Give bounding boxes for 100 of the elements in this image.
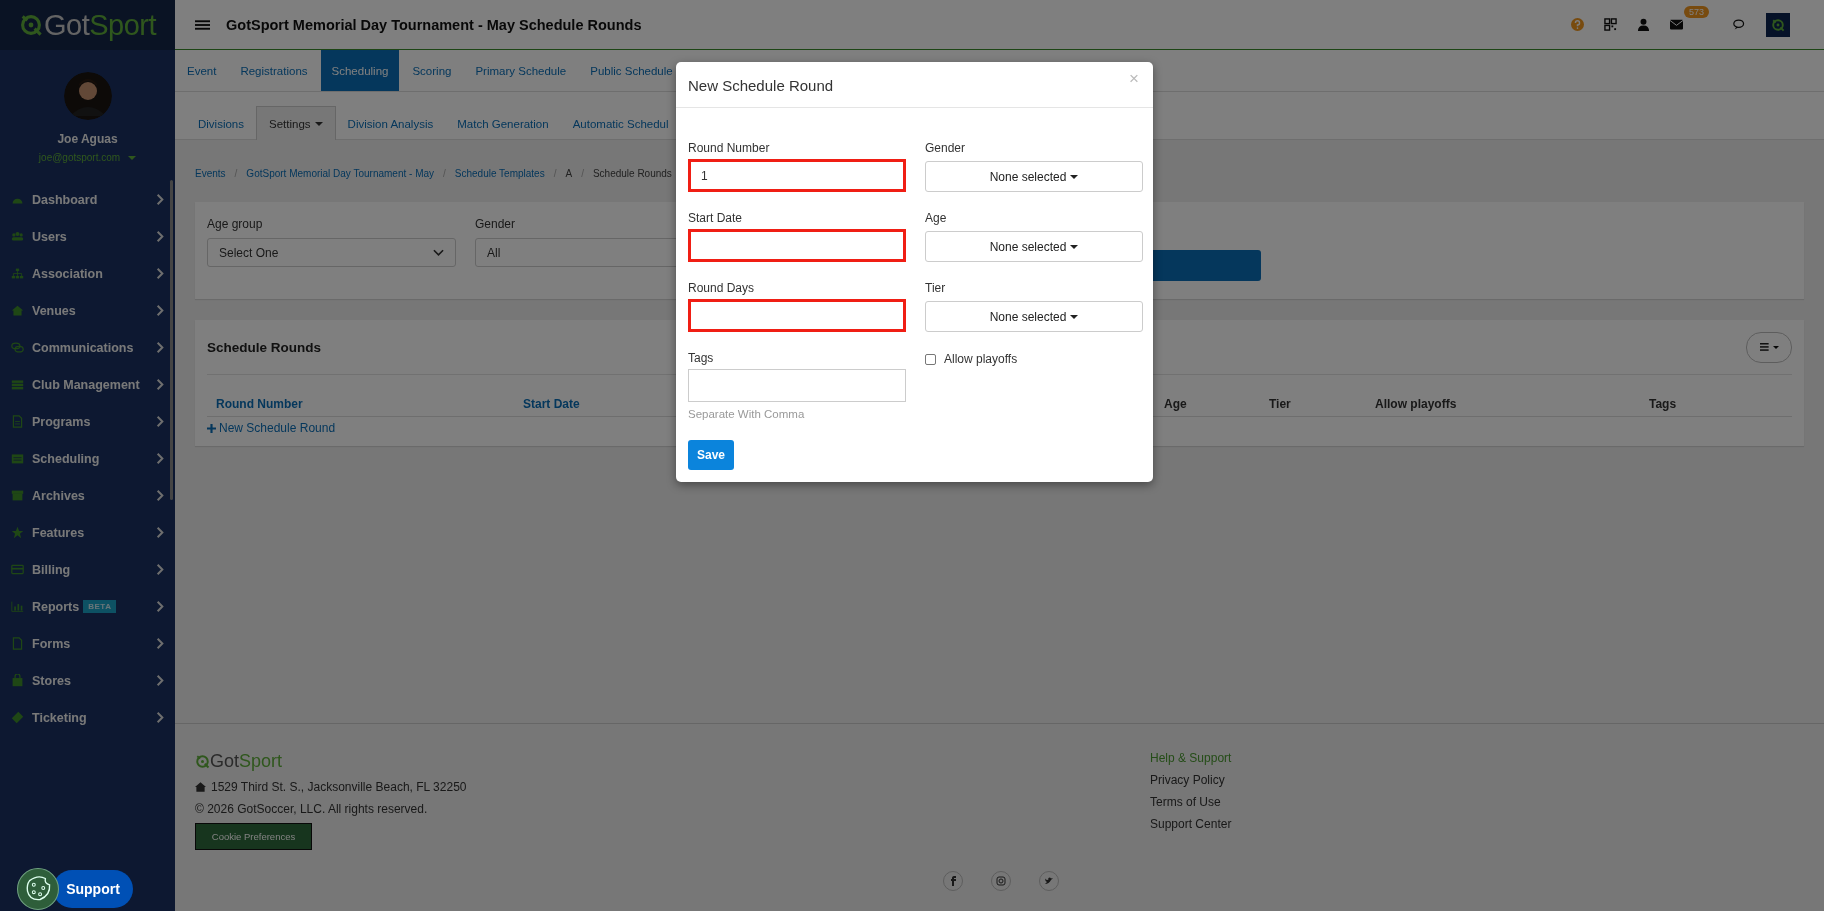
field-label: Age [925, 211, 948, 225]
sidebar-item[interactable]: Features [0, 514, 175, 551]
breadcrumb-link[interactable]: Events [195, 167, 226, 179]
multiselect-dropdown[interactable]: None selected [925, 231, 1143, 262]
sidebar-item[interactable]: Billing [0, 551, 175, 588]
chat-icon[interactable] [1733, 18, 1746, 31]
gotsport-logo: GotSport [195, 751, 695, 772]
envelope-icon[interactable] [1670, 18, 1683, 31]
footer-link[interactable]: Terms of Use [1150, 795, 1232, 809]
scrollbar[interactable] [170, 180, 173, 500]
file-icon [11, 415, 24, 428]
input-field[interactable]: 1 [688, 159, 906, 192]
menu-label: Club Management [32, 377, 140, 392]
breadcrumb-link[interactable]: Schedule Templates [454, 167, 545, 179]
select-field[interactable]: Select One [207, 238, 456, 267]
facebook-icon[interactable] [943, 871, 963, 891]
menu-label: Reports [32, 599, 80, 614]
tab[interactable]: Match Generation [445, 107, 561, 140]
chevron-right-icon [156, 490, 164, 501]
chevron-right-icon [156, 712, 164, 723]
gotsport-logo: GotSport [18, 8, 157, 42]
user-email-dropdown[interactable]: joe@gotsport.com [38, 152, 137, 163]
add-round-link[interactable]: New Schedule Round [207, 421, 336, 435]
field-label: Start Date [688, 211, 744, 225]
menu-label: Stores [32, 673, 71, 688]
breadcrumb-separator: / [234, 167, 238, 179]
qr-code-icon[interactable] [1604, 18, 1617, 31]
input-field[interactable] [688, 369, 906, 402]
menu-label: Ticketing [32, 710, 87, 725]
dialog-title: New Schedule Round [688, 77, 834, 94]
menu-label: Scheduling [32, 451, 100, 466]
tab[interactable]: Registrations [229, 50, 319, 91]
panel-title: Schedule Rounds [207, 339, 321, 355]
field-label: Round Number [688, 141, 771, 155]
chevron-right-icon [156, 194, 164, 205]
beta-badge: BETA [83, 600, 117, 613]
sidebar-item[interactable]: Ticketing [0, 699, 175, 736]
menu-label: Users [32, 229, 67, 244]
menu-icon[interactable] [195, 18, 210, 31]
list-icon [1759, 342, 1771, 352]
menu-label: Association [32, 266, 103, 281]
sidebar-item[interactable]: Reports BETA [0, 588, 175, 625]
users-icon [11, 230, 24, 243]
field-label: Gender [925, 141, 967, 155]
field-label: Tier [925, 281, 947, 295]
breadcrumb-link[interactable]: GotSport Memorial Day Tournament - May [246, 167, 435, 179]
sidebar-item[interactable]: Forms [0, 625, 175, 662]
tab[interactable]: Divisions [186, 107, 256, 140]
tab[interactable]: Settings [256, 106, 336, 140]
sortable-column-header[interactable]: Round Number [207, 397, 514, 411]
chevron-right-icon [156, 638, 164, 649]
chevron-right-icon [156, 268, 164, 279]
menu-label: Features [32, 525, 85, 540]
input-field[interactable] [688, 299, 906, 332]
menu-label: Forms [32, 636, 71, 651]
menu-label: Communications [32, 340, 134, 355]
cookie-preferences-button[interactable]: Cookie Preferences [195, 823, 312, 850]
options-menu-button[interactable] [1746, 331, 1792, 363]
multiselect-dropdown[interactable]: None selected [925, 161, 1143, 192]
field-label: Round Days [688, 281, 756, 295]
instagram-icon[interactable] [991, 871, 1011, 891]
sidebar-item[interactable]: Stores [0, 662, 175, 699]
page-title: GotSport Memorial Day Tournament - May Schedule Rounds [226, 16, 642, 33]
input-field[interactable] [688, 229, 906, 262]
multiselect-dropdown[interactable]: None selected [925, 301, 1143, 332]
menu-label: Dashboard [32, 192, 98, 207]
chevron-right-icon [156, 675, 164, 686]
app-logo-icon[interactable] [1766, 12, 1790, 37]
home-icon [11, 304, 24, 317]
chevron-right-icon [156, 453, 164, 464]
chevron-right-icon [156, 305, 164, 316]
field-label: Age group [207, 217, 263, 231]
star-icon [11, 526, 24, 539]
help-text: Separate With Comma [688, 408, 806, 420]
plus-icon [207, 423, 216, 433]
tab[interactable]: Primary Schedule [464, 50, 578, 91]
tab[interactable]: Event [176, 50, 228, 91]
breadcrumb-separator: / [581, 167, 584, 179]
breadcrumb-separator: / [443, 167, 446, 179]
archive-icon [11, 489, 24, 502]
user-name: Joe Aguas [57, 132, 118, 146]
tab[interactable]: Division Analysis [335, 107, 446, 140]
checkbox[interactable] [925, 353, 936, 365]
save-button[interactable]: Save [688, 440, 734, 470]
address-text: 1529 Third St. S., Jacksonville Beach, FL 32250 [211, 780, 467, 794]
home-icon [195, 782, 206, 792]
cookie-icon[interactable] [17, 868, 59, 910]
user-icon[interactable] [1637, 18, 1650, 31]
footer-link[interactable]: Support Center [1150, 817, 1232, 831]
tab[interactable]: Scoring [401, 50, 463, 91]
checkbox-label: Allow playoffs [944, 352, 1018, 366]
chevron-right-icon [156, 231, 164, 242]
chevron-right-icon [156, 564, 164, 575]
twitter-icon[interactable] [1039, 871, 1059, 891]
menu-label: Billing [32, 562, 71, 577]
copyright-text: © 2026 GotSoccer, LLC. All rights reserved. [195, 802, 429, 816]
footer-link[interactable]: Privacy Policy [1150, 773, 1232, 787]
chat-icon [11, 341, 24, 354]
tab[interactable]: Scheduling [320, 50, 400, 91]
chevron-right-icon [156, 601, 164, 612]
